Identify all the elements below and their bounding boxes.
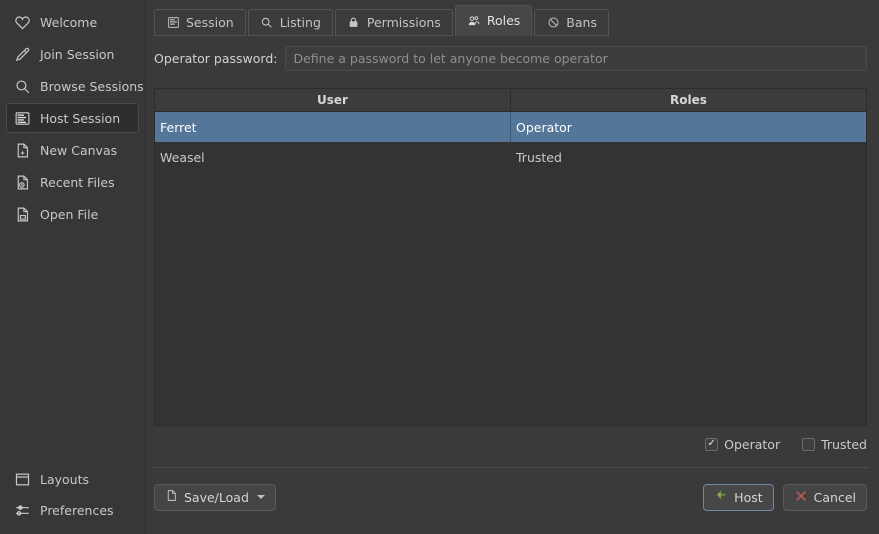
server-icon [13, 109, 31, 127]
sidebar-item-layouts[interactable]: Layouts [6, 464, 139, 494]
host-session-dialog: Welcome Join Session Browse Sessions Hos… [0, 0, 879, 534]
sidebar-item-label: Open File [40, 206, 99, 222]
checkbox-operator-box[interactable]: ✓ [705, 437, 719, 451]
sidebar-item-label: New Canvas [40, 142, 118, 158]
open-document-icon [13, 205, 31, 223]
users-icon [467, 14, 481, 28]
sidebar-item-preferences[interactable]: Preferences [6, 495, 139, 525]
table-empty-space [155, 172, 866, 425]
search-icon [13, 77, 31, 95]
sidebar-item-join-session[interactable]: Join Session [6, 39, 139, 69]
pen-icon [13, 45, 31, 63]
sidebar-item-label: Preferences [40, 502, 114, 518]
sliders-icon [13, 501, 31, 519]
new-document-icon [13, 141, 31, 159]
tab-label: Bans [566, 15, 597, 30]
checkbox-trusted-label: Trusted [821, 436, 867, 452]
sidebar-item-open-file[interactable]: Open File [6, 199, 139, 229]
role-checkbox-row: ✓ Operator Trusted [146, 429, 879, 459]
checkbox-trusted-box[interactable] [802, 437, 816, 451]
sidebar-item-new-canvas[interactable]: New Canvas [6, 135, 139, 165]
ban-icon [546, 16, 560, 30]
sidebar: Welcome Join Session Browse Sessions Hos… [0, 0, 146, 534]
sidebar-item-welcome[interactable]: Welcome [6, 7, 139, 37]
column-header-user[interactable]: User [155, 89, 511, 111]
recent-document-icon [13, 173, 31, 191]
list-icon [166, 16, 180, 30]
tab-roles[interactable]: Roles [454, 5, 533, 36]
checkbox-operator-label: Operator [724, 436, 781, 452]
sidebar-item-host-session[interactable]: Host Session [6, 103, 139, 133]
save-load-button[interactable]: Save/Load [154, 483, 276, 511]
tab-bans[interactable]: Bans [534, 9, 609, 36]
lock-icon [347, 16, 361, 30]
tab-session[interactable]: Session [154, 9, 246, 36]
host-label: Host [734, 489, 763, 505]
column-header-roles[interactable]: Roles [511, 89, 866, 111]
save-load-label: Save/Load [184, 489, 249, 505]
cell-roles: Trusted [516, 149, 562, 165]
button-bar: Save/Load Host Cancel [146, 468, 879, 516]
red-x-icon [794, 489, 808, 506]
cancel-label: Cancel [813, 489, 856, 505]
sidebar-item-label: Welcome [40, 14, 98, 30]
sidebar-item-label: Join Session [40, 46, 115, 62]
sidebar-item-browse-sessions[interactable]: Browse Sessions [6, 71, 144, 101]
tab-label: Listing [279, 15, 321, 30]
host-button[interactable]: Host [703, 483, 774, 511]
green-arrow-icon [714, 489, 728, 506]
tab-listing[interactable]: Listing [247, 9, 333, 36]
sidebar-item-label: Browse Sessions [40, 78, 144, 94]
tab-permissions[interactable]: Permissions [334, 9, 453, 36]
roles-table: User Roles Ferret Operator Weasel Truste… [154, 88, 867, 426]
cell-user: Weasel [160, 149, 205, 165]
operator-password-label: Operator password: [154, 50, 278, 66]
sidebar-item-label: Host Session [40, 110, 121, 126]
sidebar-item-recent-files[interactable]: Recent Files [6, 167, 139, 197]
sidebar-item-label: Layouts [40, 471, 90, 487]
window-layout-icon [13, 470, 31, 488]
document-icon [165, 489, 178, 505]
content-area: Session Listing Permissions Roles Bans O… [146, 0, 879, 534]
tab-label: Session [186, 15, 234, 30]
cell-user: Ferret [155, 112, 511, 142]
cell-roles: Operator [516, 119, 572, 135]
tab-bar: Session Listing Permissions Roles Bans [146, 0, 879, 40]
table-row[interactable]: Weasel Trusted [155, 142, 866, 172]
table-header-row: User Roles [155, 89, 866, 112]
tab-label: Permissions [366, 15, 441, 30]
sidebar-item-label: Recent Files [40, 174, 115, 190]
chevron-down-icon [256, 495, 265, 499]
heart-icon [13, 13, 31, 31]
sidebar-bottom-group: Layouts Preferences [0, 463, 145, 534]
tab-label: Roles [486, 13, 521, 28]
search-icon [260, 16, 274, 30]
operator-password-input[interactable] [285, 45, 867, 71]
operator-password-row: Operator password: [146, 44, 879, 72]
checkbox-trusted[interactable]: Trusted [802, 437, 867, 452]
checkbox-operator[interactable]: ✓ Operator [705, 437, 780, 452]
table-row[interactable]: Ferret Operator [155, 112, 866, 142]
cancel-button[interactable]: Cancel [782, 483, 867, 511]
